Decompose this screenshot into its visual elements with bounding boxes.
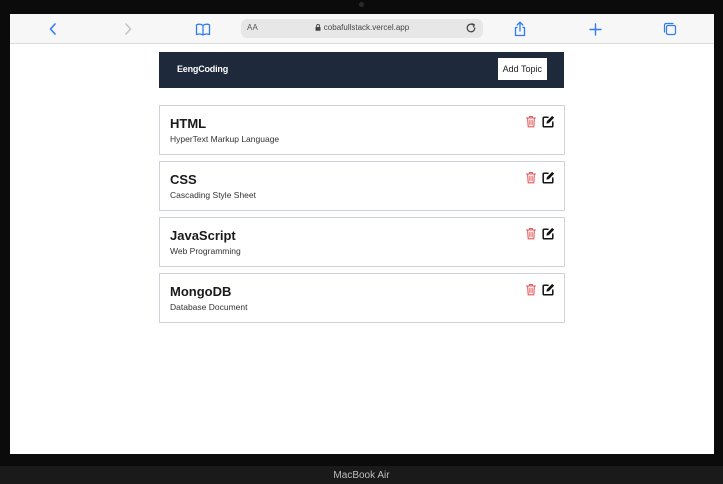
device-label: MacBook Air — [333, 470, 390, 481]
topic-card: JavaScript Web Programming — [159, 217, 565, 267]
book-icon — [195, 23, 211, 36]
safari-toolbar: AA cobafullstack.vercel.app — [10, 14, 714, 44]
tab-overview-button[interactable] — [660, 19, 680, 39]
topic-description: Web Programming — [170, 246, 241, 256]
trash-icon — [525, 227, 537, 240]
edit-icon — [542, 171, 555, 184]
edit-icon — [542, 283, 555, 296]
topic-card: CSS Cascading Style Sheet — [159, 161, 565, 211]
edit-topic-button[interactable] — [542, 115, 555, 128]
app-navbar: EengCoding Add Topic — [159, 52, 564, 88]
delete-topic-button[interactable] — [525, 115, 537, 128]
delete-topic-button[interactable] — [525, 283, 537, 296]
edit-topic-button[interactable] — [542, 171, 555, 184]
edit-topic-button[interactable] — [542, 283, 555, 296]
edit-topic-button[interactable] — [542, 227, 555, 240]
lock-icon — [315, 24, 321, 31]
edit-icon — [542, 227, 555, 240]
trash-icon — [525, 115, 537, 128]
topic-title: CSS — [170, 172, 197, 187]
new-tab-button[interactable] — [585, 19, 605, 39]
share-icon — [514, 21, 526, 37]
tabs-icon — [663, 22, 677, 36]
brand-link[interactable]: EengCoding — [177, 64, 228, 74]
browser-screen: AA cobafullstack.vercel.app EengCoding A… — [10, 14, 714, 454]
forward-button[interactable] — [118, 19, 138, 39]
chevron-right-icon — [125, 23, 132, 35]
url-text: cobafullstack.vercel.app — [323, 23, 410, 32]
topic-card: MongoDB Database Document — [159, 273, 565, 323]
topic-title: JavaScript — [170, 228, 236, 243]
topic-description: Cascading Style Sheet — [170, 190, 256, 200]
trash-icon — [525, 171, 537, 184]
camera-dot — [359, 2, 364, 7]
url-display: cobafullstack.vercel.app — [241, 23, 483, 32]
reload-icon[interactable] — [465, 22, 477, 34]
plus-icon — [588, 22, 602, 36]
topic-title: MongoDB — [170, 284, 232, 299]
topic-title: HTML — [170, 116, 207, 131]
topic-description: Database Document — [170, 302, 248, 312]
share-button[interactable] — [510, 19, 530, 39]
add-topic-button[interactable]: Add Topic — [497, 58, 547, 80]
topic-description: HyperText Markup Language — [170, 134, 280, 144]
topic-card: HTML HyperText Markup Language — [159, 105, 565, 155]
back-button[interactable] — [43, 19, 63, 39]
edit-icon — [542, 115, 555, 128]
delete-topic-button[interactable] — [525, 171, 537, 184]
trash-icon — [525, 283, 537, 296]
macbook-frame: AA cobafullstack.vercel.app EengCoding A… — [0, 0, 723, 484]
bookmarks-button[interactable] — [193, 19, 213, 39]
chevron-left-icon — [49, 23, 56, 35]
address-bar[interactable]: AA cobafullstack.vercel.app — [241, 19, 483, 38]
delete-topic-button[interactable] — [525, 227, 537, 240]
